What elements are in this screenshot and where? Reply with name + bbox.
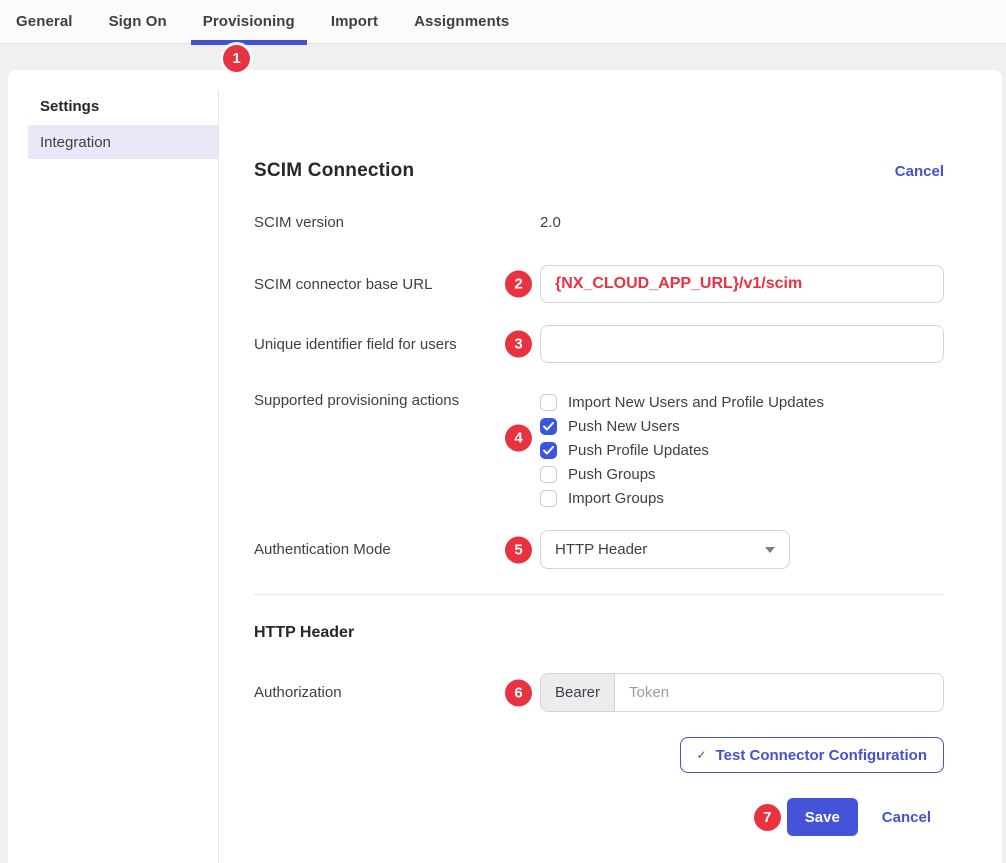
step-badge-7: 7 <box>754 804 781 831</box>
action-push-groups[interactable]: Push Groups <box>540 462 944 486</box>
test-connector-label: Test Connector Configuration <box>716 747 927 764</box>
auth-mode-select[interactable]: HTTP Header <box>540 530 790 569</box>
auth-mode-value: HTTP Header <box>555 541 765 558</box>
checkbox-push-new-users[interactable] <box>540 418 557 435</box>
authorization-label: Authorization <box>254 684 540 701</box>
authorization-input-group: Bearer <box>540 673 944 712</box>
action-import-groups[interactable]: Import Groups <box>540 486 944 510</box>
base-url-input[interactable] <box>540 265 944 303</box>
action-label: Push Groups <box>568 466 656 483</box>
sidebar-divider <box>218 90 219 863</box>
bearer-prefix: Bearer <box>541 674 615 711</box>
action-label: Push Profile Updates <box>568 442 709 459</box>
section-divider <box>254 594 944 595</box>
test-connector-button[interactable]: ✓ Test Connector Configuration <box>680 737 944 773</box>
unique-id-input[interactable] <box>540 325 944 363</box>
tab-general[interactable]: General <box>16 0 73 44</box>
step-badge-2: 2 <box>505 271 532 298</box>
scim-version-value: 2.0 <box>540 214 561 231</box>
base-url-label: SCIM connector base URL <box>254 276 540 293</box>
page-title: SCIM Connection <box>254 160 895 182</box>
tab-provisioning[interactable]: Provisioning <box>203 0 295 44</box>
action-push-new-users[interactable]: Push New Users <box>540 414 944 438</box>
tab-import[interactable]: Import <box>331 0 378 44</box>
action-push-profile-updates[interactable]: Push Profile Updates <box>540 438 944 462</box>
check-icon: ✓ <box>697 748 707 762</box>
cancel-link-top[interactable]: Cancel <box>895 163 944 180</box>
token-input[interactable] <box>615 674 943 711</box>
action-label: Import Groups <box>568 490 664 507</box>
checkbox-import-new-users[interactable] <box>540 394 557 411</box>
unique-id-label: Unique identifier field for users <box>254 336 540 353</box>
action-import-new-users[interactable]: Import New Users and Profile Updates <box>540 390 944 414</box>
checkbox-push-profile-updates[interactable] <box>540 442 557 459</box>
action-label: Import New Users and Profile Updates <box>568 394 824 411</box>
save-button[interactable]: Save <box>787 798 858 836</box>
provisioning-actions-label: Supported provisioning actions <box>254 390 540 510</box>
tab-sign-on[interactable]: Sign On <box>109 0 167 44</box>
content-panel: Settings Integration SCIM Connection Can… <box>8 70 1002 863</box>
settings-sidebar: Settings Integration <box>8 70 218 159</box>
auth-mode-label: Authentication Mode <box>254 541 540 558</box>
scim-connection-form: SCIM Connection Cancel SCIM version 2.0 … <box>254 70 944 863</box>
step-badge-6: 6 <box>505 679 532 706</box>
step-badge-5: 5 <box>505 536 532 563</box>
http-header-section-title: HTTP Header <box>254 624 354 642</box>
scim-version-label: SCIM version <box>254 214 540 231</box>
app-tabbar: General Sign On Provisioning Import Assi… <box>0 0 1006 44</box>
step-badge-4: 4 <box>505 425 532 452</box>
tab-assignments[interactable]: Assignments <box>414 0 509 44</box>
sidebar-item-integration[interactable]: Integration <box>28 125 218 159</box>
step-badge-1: 1 <box>223 45 250 72</box>
cancel-link-bottom[interactable]: Cancel <box>882 809 931 826</box>
chevron-down-icon <box>765 547 775 553</box>
step-badge-3: 3 <box>505 331 532 358</box>
sidebar-header: Settings <box>40 98 218 115</box>
checkbox-import-groups[interactable] <box>540 490 557 507</box>
checkbox-push-groups[interactable] <box>540 466 557 483</box>
action-label: Push New Users <box>568 418 680 435</box>
